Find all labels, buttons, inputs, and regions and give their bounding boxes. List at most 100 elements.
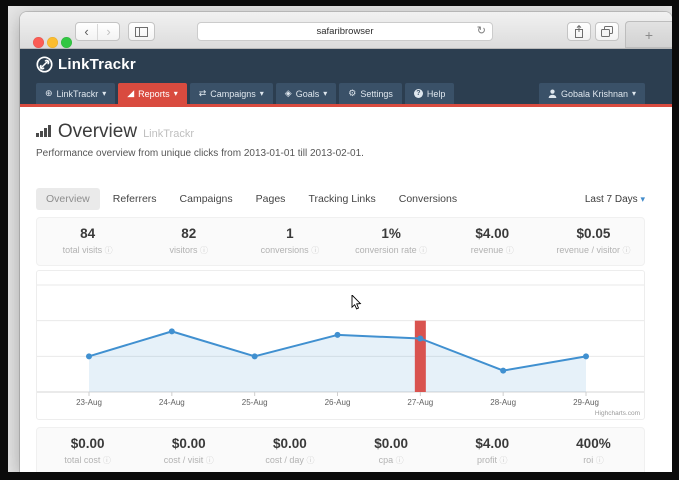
stat-label: profit ⓘ xyxy=(442,455,543,466)
tab-overview[interactable]: Overview xyxy=(36,188,100,210)
stat-value: 82 xyxy=(138,226,239,241)
data-point xyxy=(252,353,258,359)
zoom-window-button[interactable] xyxy=(61,37,72,48)
new-tab-button[interactable]: + xyxy=(625,21,672,48)
page-title: Overview xyxy=(58,121,137,143)
browser-window: ‹ › safaribrowser ↻ xyxy=(20,12,672,472)
brand-name: LinkTrackr xyxy=(58,56,136,73)
tab-referrers[interactable]: Referrers xyxy=(103,188,167,210)
stat-value: $0.00 xyxy=(239,436,340,451)
visits-chart[interactable]: 23-Aug24-Aug25-Aug26-Aug27-Aug28-Aug29-A… xyxy=(36,270,645,420)
page-title-suffix: LinkTrackr xyxy=(143,128,194,140)
stat-label: total visits ⓘ xyxy=(37,245,138,256)
chevron-down-icon: ▾ xyxy=(260,89,264,98)
stat-revenue-visitor: $0.05revenue / visitor ⓘ xyxy=(543,226,644,256)
stats-row-bottom: $0.00total cost ⓘ$0.00cost / visit ⓘ$0.0… xyxy=(36,427,645,472)
page-subtitle: Performance overview from unique clicks … xyxy=(36,148,645,159)
tab-conversions[interactable]: Conversions xyxy=(389,188,467,210)
area-fill xyxy=(89,331,586,392)
tabs-overview-icon xyxy=(601,26,613,37)
info-icon[interactable]: ⓘ xyxy=(105,246,113,255)
minimize-window-button[interactable] xyxy=(47,37,58,48)
info-icon[interactable]: ⓘ xyxy=(311,246,319,255)
info-icon[interactable]: ⓘ xyxy=(500,456,508,465)
info-icon[interactable]: ⓘ xyxy=(206,456,214,465)
tab-pages[interactable]: Pages xyxy=(246,188,296,210)
mouse-cursor xyxy=(351,295,363,311)
linktrackr-logo-icon xyxy=(36,56,53,73)
data-point xyxy=(169,328,175,334)
date-range-label: Last 7 Days xyxy=(585,194,638,205)
stat-value: 1 xyxy=(239,226,340,241)
nav-item-help[interactable]: ?Help xyxy=(405,83,455,104)
stat-label: total cost ⓘ xyxy=(37,455,138,466)
plus-icon: + xyxy=(645,27,653,43)
data-point xyxy=(335,332,341,338)
nav-item-campaigns[interactable]: ⇄Campaigns ▾ xyxy=(190,83,273,104)
stat-conversions: 1 conversions ⓘ xyxy=(239,226,340,256)
stat-value: $0.00 xyxy=(138,436,239,451)
info-icon[interactable]: ⓘ xyxy=(622,246,630,255)
info-icon[interactable]: ⓘ xyxy=(103,456,111,465)
info-icon[interactable]: ⓘ xyxy=(596,456,604,465)
nav-item-reports[interactable]: ◢Reports▾ xyxy=(118,83,186,104)
area-chart: 23-Aug24-Aug25-Aug26-Aug27-Aug28-Aug29-A… xyxy=(37,271,644,417)
nav-item-goals[interactable]: ◈Goals▾ xyxy=(276,83,336,104)
nav-item-label: Campaigns xyxy=(210,89,256,99)
chevron-down-icon: ▾ xyxy=(640,194,645,204)
stat-value: $0.05 xyxy=(543,226,644,241)
target-icon: ◈ xyxy=(285,89,292,98)
back-button[interactable]: ‹ xyxy=(76,24,97,40)
stat-total-visits: 84total visits ⓘ xyxy=(37,226,138,256)
stat-revenue: $4.00revenue ⓘ xyxy=(442,226,543,256)
user-menu[interactable]: Gobala Krishnan ▾ xyxy=(539,83,645,104)
info-icon[interactable]: ⓘ xyxy=(200,246,208,255)
data-point xyxy=(583,353,589,359)
tab-campaigns[interactable]: Campaigns xyxy=(170,188,243,210)
sidebar-toggle-button[interactable] xyxy=(128,22,155,41)
forward-button[interactable]: › xyxy=(97,24,119,40)
nav-item-label: LinkTrackr xyxy=(57,89,99,99)
x-axis-label: 26-Aug xyxy=(325,398,351,407)
show-all-tabs-button[interactable] xyxy=(595,22,619,41)
stat-label: roi ⓘ xyxy=(543,455,644,466)
nav-item-settings[interactable]: ⚙Settings xyxy=(339,83,402,104)
data-point xyxy=(417,336,423,342)
nav-item-linktrackr[interactable]: ⊕ LinkTrackr▾ xyxy=(36,83,115,104)
info-icon[interactable]: ⓘ xyxy=(306,456,314,465)
stat-value: 1% xyxy=(341,226,442,241)
chevron-down-icon: ▾ xyxy=(102,89,106,98)
info-icon[interactable]: ⓘ xyxy=(419,246,427,255)
globe-icon: ⊕ xyxy=(45,89,53,98)
history-nav-group: ‹ › xyxy=(75,22,120,41)
conversion-marker-bar xyxy=(415,321,426,392)
question-icon: ? xyxy=(414,89,423,98)
date-range-selector[interactable]: Last 7 Days ▾ xyxy=(585,194,645,205)
report-tabs: OverviewReferrersCampaignsPagesTracking … xyxy=(36,188,645,210)
shuffle-icon: ⇄ xyxy=(199,89,207,98)
address-bar-text: safaribrowser xyxy=(316,26,373,37)
x-axis-label: 28-Aug xyxy=(490,398,516,407)
reload-icon[interactable]: ↻ xyxy=(477,23,486,40)
address-bar[interactable]: safaribrowser ↻ xyxy=(197,22,493,41)
stat-cpa: $0.00cpa ⓘ xyxy=(341,436,442,466)
share-button[interactable] xyxy=(567,22,591,41)
stat-profit: $4.00profit ⓘ xyxy=(442,436,543,466)
info-icon[interactable]: ⓘ xyxy=(396,456,404,465)
nav-item-label: Reports xyxy=(138,89,170,99)
info-icon[interactable]: ⓘ xyxy=(506,246,514,255)
stat-visitors: 82visitors ⓘ xyxy=(138,226,239,256)
tab-tracking-links[interactable]: Tracking Links xyxy=(298,188,385,210)
close-window-button[interactable] xyxy=(33,37,44,48)
stat-label: conversions ⓘ xyxy=(239,245,340,256)
user-name: Gobala Krishnan xyxy=(561,89,628,99)
stats-row-top: 84total visits ⓘ82visitors ⓘ1 conversions… xyxy=(36,217,645,266)
site-header: LinkTrackr xyxy=(20,49,672,80)
x-axis-label: 23-Aug xyxy=(76,398,102,407)
share-icon xyxy=(574,25,584,38)
x-axis-label: 24-Aug xyxy=(159,398,185,407)
wrench-icon: ⚙ xyxy=(348,89,356,98)
main-nav: ⊕LinkTrackr▾◢Reports▾⇄Campaigns▾◈Goals▾⚙… xyxy=(20,80,672,107)
bar-chart-icon xyxy=(36,125,51,137)
chevron-down-icon: ▾ xyxy=(323,89,327,98)
